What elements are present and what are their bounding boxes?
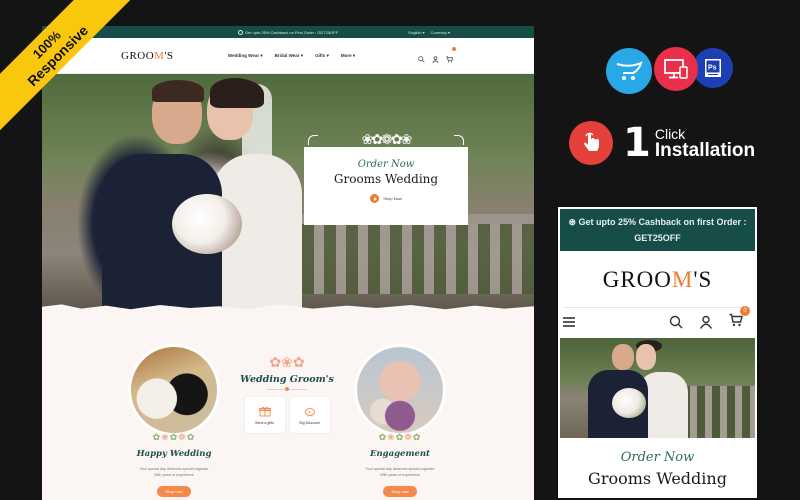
hero-title: Grooms Wedding (333, 172, 439, 186)
svg-text:Ps: Ps (708, 65, 717, 72)
engagement-image[interactable] (354, 344, 446, 436)
discount-icon: ⊛ (568, 217, 579, 227)
mobile-preview: ⊛ Get upto 25% Cashback on first Order :… (556, 205, 759, 500)
flower-icon: ✿❀✿ (269, 354, 305, 370)
tap-hand-icon (584, 132, 599, 151)
happy-wedding-image[interactable] (128, 344, 220, 436)
install-click-label: Click (654, 125, 686, 142)
play-icon (370, 194, 380, 203)
title-divider (267, 387, 307, 391)
menu: Wedding Wear ▾ Bridal Wear ▾ Gifts ▾ Mor… (228, 53, 355, 59)
menu-item-wedding-wear[interactable]: Wedding Wear ▾ (228, 53, 263, 59)
collections-section: ✿❀✿❁✿ Happy Wedding Your special day des… (42, 314, 534, 500)
mobile-hero-image (560, 338, 755, 438)
svg-text:$: $ (308, 409, 311, 414)
install-badge (569, 121, 613, 165)
desktop-preview: Get upto 25% Cashback on First Order : G… (42, 26, 534, 500)
user-icon[interactable] (699, 315, 713, 329)
engagement-title: Engagement (370, 449, 430, 459)
responsive-badge (654, 47, 698, 91)
discount-icon (237, 29, 243, 35)
language-select[interactable]: English ▾ (408, 30, 424, 35)
mobile-hero-title: Grooms Wedding (588, 469, 727, 488)
floral-ornament-icon: ✿❀✿❁✿ (378, 432, 422, 442)
hero-shop-now-button[interactable]: Shop Now (370, 194, 402, 203)
promo-text: Get upto 25% Cashback on First Order : G… (244, 29, 339, 35)
opencart-badge (606, 48, 652, 94)
hero-script: Order Now (357, 159, 415, 170)
responsive-devices-icon (664, 59, 688, 79)
mobile-cart-button[interactable]: 0 (729, 305, 750, 332)
engagement-shop-button[interactable]: Shop now (383, 486, 417, 497)
cart-icon (446, 56, 453, 63)
logo[interactable]: GROOM'S (121, 50, 174, 62)
mobile-nav: 0 (558, 305, 757, 336)
cart-badge (452, 47, 456, 51)
search-icon[interactable] (669, 315, 683, 329)
engagement-desc: Your special day deserves special organi… (365, 467, 435, 477)
mobile-logo[interactable]: GROOM'S (558, 267, 757, 293)
menu-item-bridal-wear[interactable]: Bridal Wear ▾ (275, 53, 303, 59)
mobile-promo-topbar: ⊛ Get upto 25% Cashback on first Order :… (560, 209, 755, 251)
install-number: 1 (623, 120, 651, 166)
floral-ornament-icon: ✿❀✿❁✿ (152, 432, 196, 442)
happy-wedding-title: Happy Wedding (136, 449, 212, 459)
bouquet-image (172, 194, 242, 254)
hero-card: ❀✿❁✿❀ Order Now Grooms Wedding Shop Now (304, 131, 468, 225)
feature-big-discount[interactable]: $ Big Discount (289, 397, 330, 433)
mobile-promo-text: Get upto 25% Cashback on first Order : G… (578, 217, 747, 243)
happy-wedding-desc: Your special day deserves special organi… (139, 467, 209, 477)
opencart-icon (616, 61, 643, 80)
feature-send-gifts[interactable]: Send a gifts (244, 397, 285, 433)
install-label: Installation (654, 139, 756, 161)
promo-topbar: Get upto 25% Cashback on First Order : G… (42, 26, 534, 38)
mobile-hero-script: Order Now (620, 450, 695, 465)
happy-wedding-shop-button[interactable]: Shop now (157, 486, 191, 497)
main-nav: GROOM'S Wedding Wear ▾ Bridal Wear ▾ Gif… (42, 38, 534, 74)
menu-item-gifts[interactable]: Gifts ▾ (315, 53, 329, 59)
search-icon[interactable] (418, 55, 425, 63)
photoshop-icon: Ps (705, 59, 721, 77)
photoshop-badge: Ps (693, 48, 733, 88)
menu-item-more[interactable]: More ▾ (341, 53, 355, 59)
currency-select[interactable]: Currency ▾ (431, 30, 450, 35)
lace-ornament-icon: ❀✿❁✿❀ (361, 131, 413, 147)
section-title: Wedding Groom's (240, 374, 334, 385)
hamburger-menu-icon[interactable] (562, 315, 576, 329)
user-icon[interactable] (432, 55, 439, 63)
gift-icon (258, 406, 271, 416)
piggy-bank-icon: $ (304, 407, 315, 416)
wedding-grooms-block: ✿❀✿ Wedding Groom's Send a gifts $ Big D… (232, 354, 342, 433)
hero-banner: ❀✿❁✿❀ Order Now Grooms Wedding Shop Now (42, 74, 534, 314)
cart-button[interactable] (446, 47, 456, 68)
cart-count-badge: 0 (740, 305, 750, 316)
one-click-installation: 1 Click Installation (569, 121, 755, 165)
